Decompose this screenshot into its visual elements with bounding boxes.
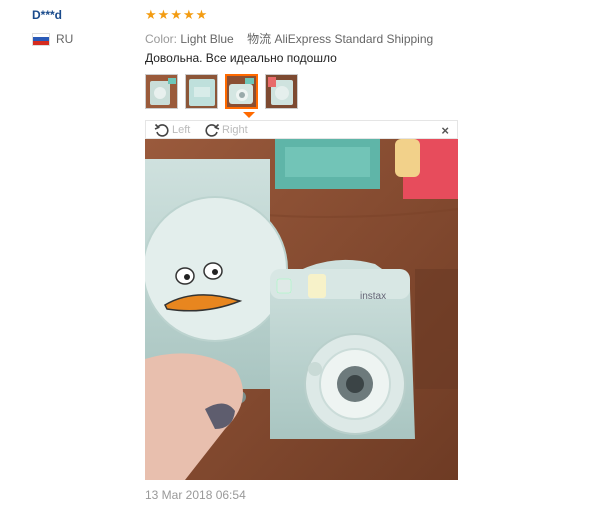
star-icon: ★	[170, 8, 182, 23]
star-icon: ★	[157, 8, 170, 23]
star-icon: ★	[182, 8, 195, 23]
rotate-left-button[interactable]: Left	[154, 122, 190, 138]
color-label: Color:	[145, 32, 178, 46]
star-rating: ★ ★ ★ ★ ★	[145, 9, 207, 22]
image-viewer-toolbar: Left Right ×	[145, 120, 458, 139]
close-viewer-button[interactable]: ×	[441, 123, 449, 138]
rotate-left-label: Left	[172, 124, 191, 136]
rotate-right-label: Right	[222, 124, 248, 136]
rotate-left-icon	[154, 123, 169, 137]
thumbnail-1[interactable]	[145, 74, 178, 109]
reviewer-name[interactable]: D***d	[32, 8, 62, 22]
order-info: Color: Light Blue 物流 AliExpress Standard…	[145, 30, 433, 47]
color-value: Light Blue	[180, 32, 234, 46]
thumbnail-strip	[145, 74, 298, 109]
star-icon: ★	[195, 8, 208, 23]
review-timestamp: 13 Mar 2018 06:54	[145, 488, 246, 502]
russia-flag-icon	[32, 32, 50, 46]
country-code: RU	[56, 32, 74, 46]
rotate-right-button[interactable]: Right	[204, 122, 248, 138]
shipping-label: 物流	[247, 32, 272, 46]
camera-case-photo: instax	[145, 139, 458, 480]
review-photo[interactable]: instax	[145, 139, 458, 480]
active-thumbnail-indicator	[243, 112, 255, 118]
star-icon: ★	[145, 8, 157, 23]
shipping-value: AliExpress Standard Shipping	[274, 32, 434, 46]
reviewer-country: RU	[32, 32, 73, 46]
rotate-right-icon	[205, 123, 220, 137]
thumbnail-2[interactable]	[185, 74, 218, 109]
thumbnail-4[interactable]	[265, 74, 298, 109]
thumbnail-3-active[interactable]	[225, 74, 258, 109]
svg-text:instax: instax	[360, 291, 386, 302]
review-text: Довольна. Все идеально подошло	[145, 51, 337, 65]
